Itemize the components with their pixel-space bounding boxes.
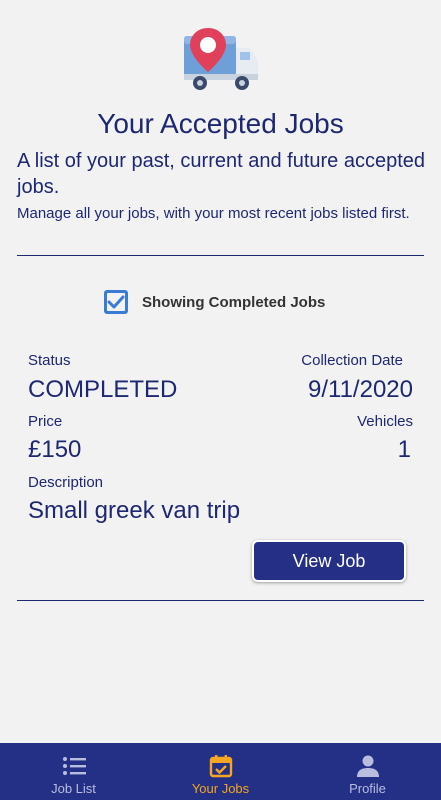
card-divider [17,600,424,601]
status-value: COMPLETED [28,376,178,403]
collection-date-label: Collection Date [301,352,403,369]
price-label: Price [28,413,63,430]
description-label: Description [28,474,104,491]
list-icon [62,753,86,779]
checkmark-icon [107,295,125,309]
nav-label-your-jobs: Your Jobs [191,781,250,796]
delivery-truck-icon [182,26,260,92]
completed-jobs-checkbox[interactable] [104,290,128,314]
page-description: Manage all your jobs, with your most rec… [17,205,410,222]
nav-item-profile[interactable]: Profile [294,743,441,800]
calendar-check-icon [209,753,233,779]
page-subtitle: A list of your past, current and future … [17,150,426,198]
nav-label-profile: Profile [349,781,386,796]
completed-jobs-filter[interactable]: Showing Completed Jobs [104,290,325,314]
status-label: Status [28,352,71,369]
nav-label-job-list: Job List [51,781,96,796]
view-job-button[interactable]: View Job [252,540,406,582]
description-value: Small greek van trip [28,497,241,524]
bottom-nav: Job List Your Jobs Profile [0,743,441,800]
collection-date-value: 9/11/2020 [308,376,413,403]
price-value: £150 [28,436,82,463]
nav-item-job-list[interactable]: Job List [0,743,147,800]
nav-item-your-jobs[interactable]: Your Jobs [147,743,294,800]
filter-label: Showing Completed Jobs [142,293,326,311]
person-icon [356,753,380,779]
header-divider [17,255,424,256]
page-title: Your Accepted Jobs [97,108,344,139]
vehicles-value: 1 [397,436,411,463]
vehicles-label: Vehicles [357,413,413,430]
